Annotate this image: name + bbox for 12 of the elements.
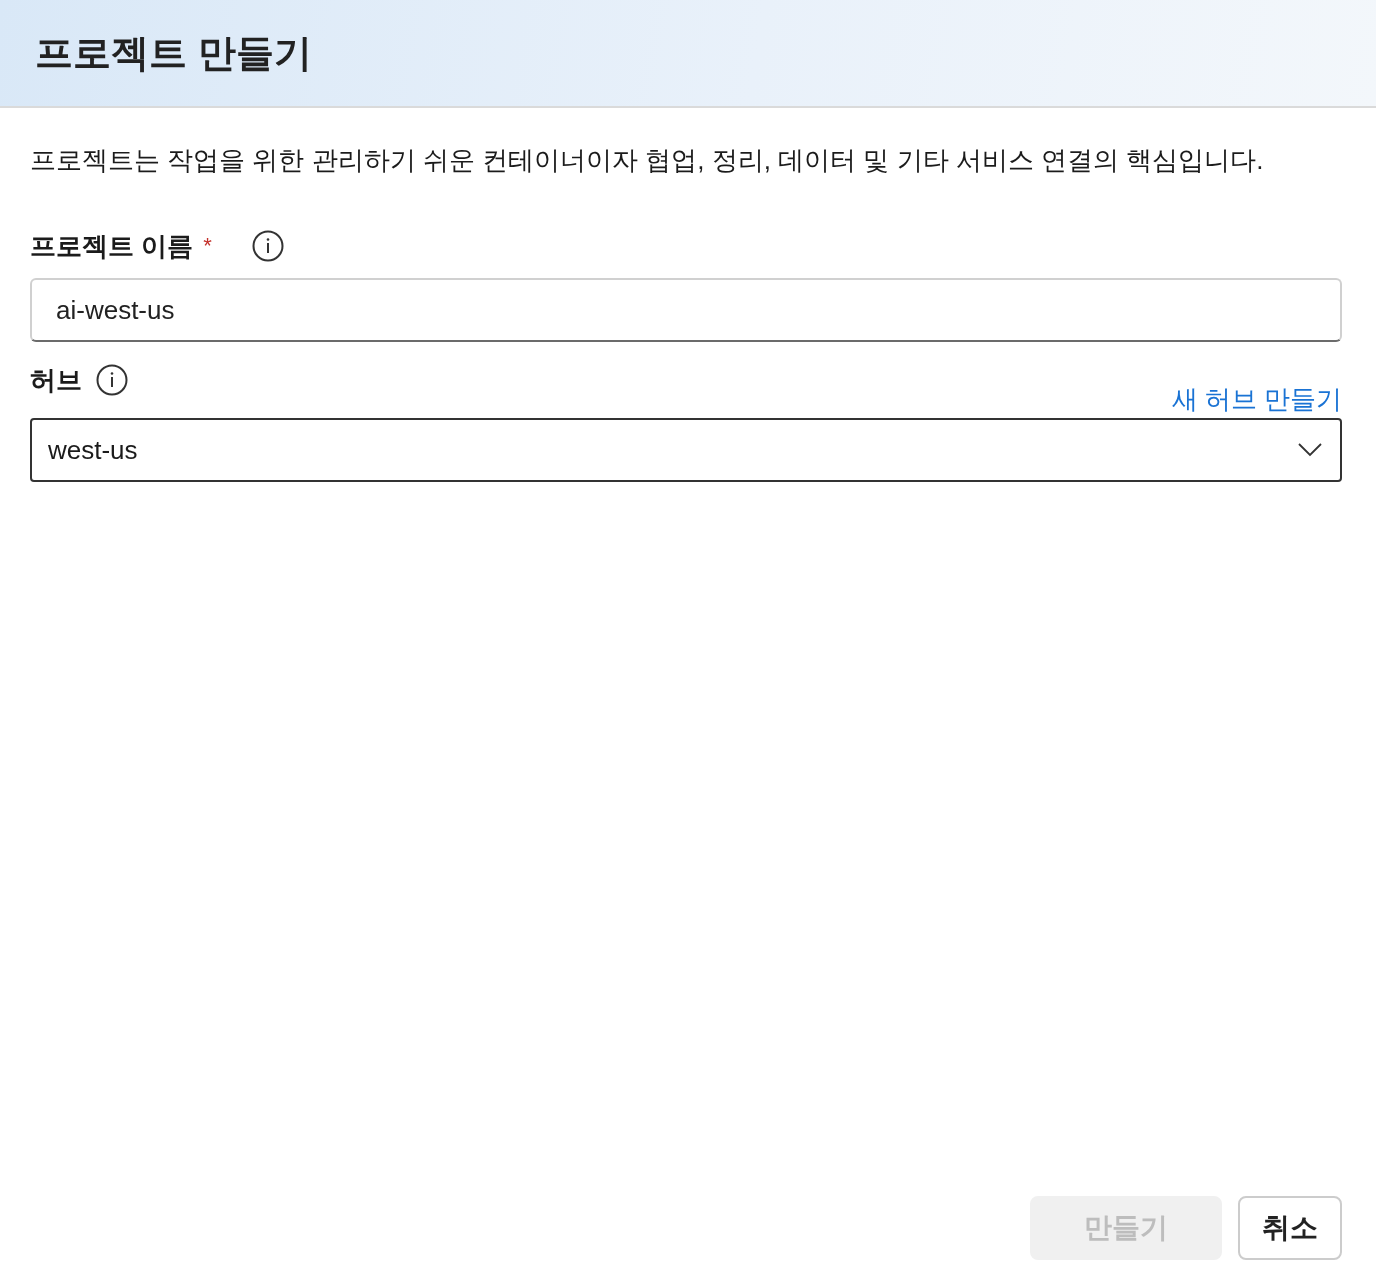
dialog-title: 프로젝트 만들기 [35,30,312,76]
field-label: 허브 [30,363,82,397]
text-field[interactable]: ai-west-us [30,278,1342,342]
field-label: 프로젝트 이름 [30,229,194,263]
chevron-down-icon [1298,443,1322,457]
required-mark: * [203,233,212,259]
info-icon[interactable] [96,364,128,396]
create-hub-link[interactable]: 새 허브 만들기 [1171,384,1342,414]
cancel-button[interactable]: 취소 [1238,1196,1342,1260]
hub-dropdown[interactable]: west-us [30,418,1342,482]
info-icon[interactable] [251,230,284,262]
description-text: 프로젝트는 작업을 위한 관리하기 쉬운 컨테이너이자 협업, 정리, 데이터 및 기타 서비스 연결의 핵심입니다. [30,144,1265,177]
